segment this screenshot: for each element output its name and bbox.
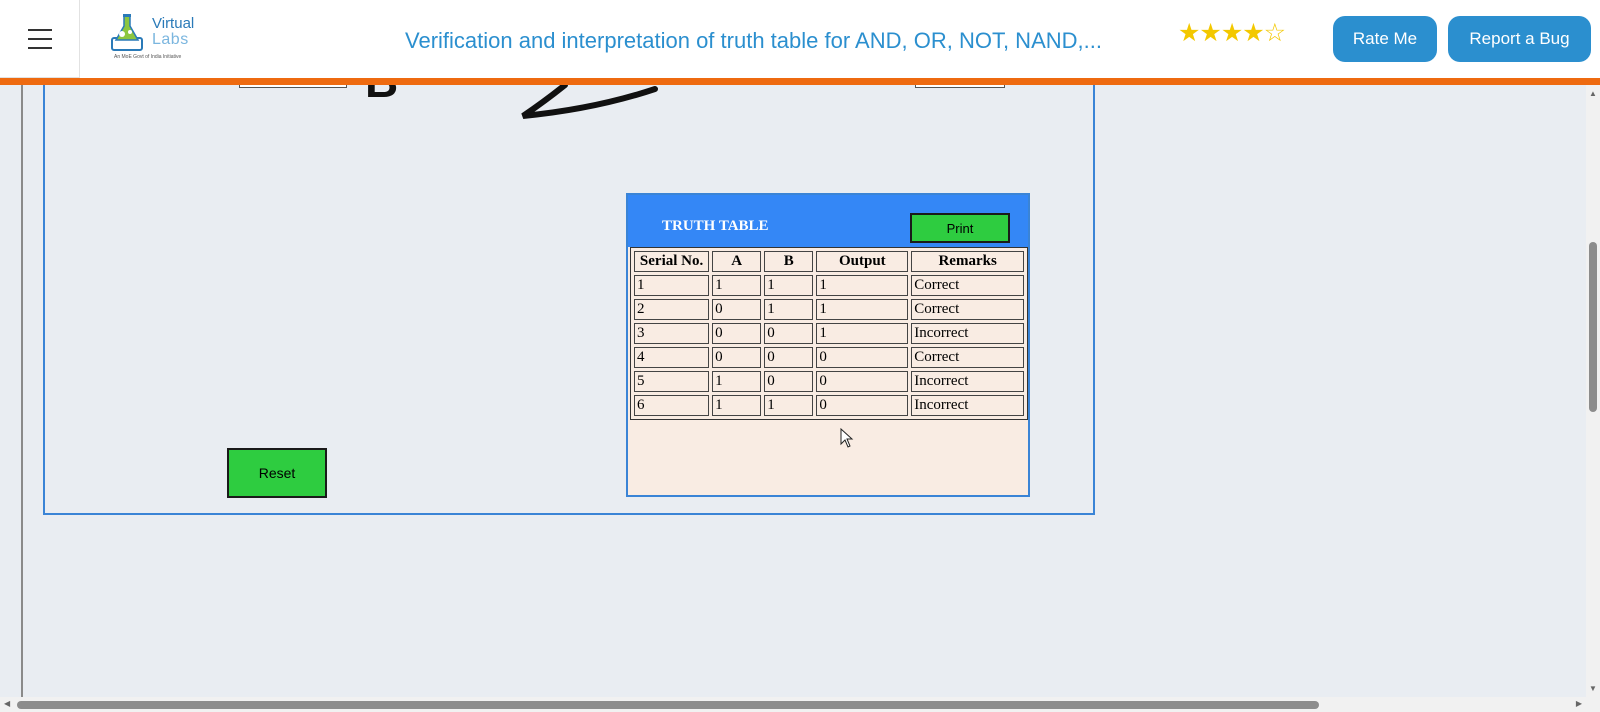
- cell-a: 0: [712, 347, 762, 368]
- cell-b: 1: [764, 275, 814, 296]
- virtual-labs-logo[interactable]: Virtual Labs An MoE Govt of India Initia…: [110, 12, 200, 64]
- logo-text-labs: Labs: [152, 31, 189, 48]
- truth-table-header: TRUTH TABLE Print: [628, 195, 1028, 247]
- cell-serial: 2: [634, 299, 710, 320]
- truth-table-title: TRUTH TABLE: [662, 218, 769, 234]
- cell-serial: 1: [634, 275, 710, 296]
- cell-b: 0: [764, 371, 814, 392]
- empty-star-icon[interactable]: ☆: [1264, 19, 1286, 47]
- gate-input-b-label: B: [365, 85, 398, 107]
- rate-me-button[interactable]: Rate Me: [1333, 16, 1437, 62]
- table-row: 5 1 0 0 Incorrect: [634, 371, 1024, 392]
- column-header-b: B: [764, 251, 814, 272]
- reset-button[interactable]: Reset: [227, 448, 327, 498]
- vertical-scrollbar[interactable]: ▲ ▼: [1586, 85, 1600, 697]
- site-header: Virtual Labs An MoE Govt of India Initia…: [0, 0, 1600, 78]
- cell-serial: 6: [634, 395, 710, 416]
- cell-b: 0: [764, 323, 814, 344]
- cell-remarks: Correct: [911, 299, 1024, 320]
- vertical-scroll-thumb[interactable]: [1589, 242, 1597, 412]
- table-row: 1 1 1 1 Correct: [634, 275, 1024, 296]
- logo-tagline: An MoE Govt of India Initiative: [114, 54, 182, 60]
- cell-output: 1: [816, 323, 909, 344]
- column-header-remarks: Remarks: [911, 251, 1024, 272]
- cell-serial: 5: [634, 371, 710, 392]
- cell-a: 0: [712, 323, 762, 344]
- output-indicator-box: [915, 85, 1005, 88]
- hamburger-menu-icon: [27, 28, 52, 31]
- column-header-serial: Serial No.: [634, 251, 710, 272]
- cell-a: 1: [712, 371, 762, 392]
- cell-output: 0: [816, 371, 909, 392]
- cell-output: 0: [816, 347, 909, 368]
- input-switch-box[interactable]: [239, 85, 347, 88]
- cell-a: 0: [712, 299, 762, 320]
- logo-text-virtual: Virtual: [152, 15, 195, 32]
- gate-body-curve: [521, 85, 658, 119]
- cell-output: 1: [816, 275, 909, 296]
- cell-a: 1: [712, 275, 762, 296]
- rating-stars[interactable]: ★★★★☆: [1178, 19, 1286, 47]
- cell-serial: 4: [634, 347, 710, 368]
- truth-table-panel: TRUTH TABLE Print Serial No. A B Output …: [626, 193, 1030, 497]
- header-accent-bar: [0, 78, 1600, 85]
- table-row: 6 1 1 0 Incorrect: [634, 395, 1024, 416]
- cell-remarks: Correct: [911, 275, 1024, 296]
- print-button[interactable]: Print: [910, 213, 1010, 243]
- cell-remarks: Correct: [911, 347, 1024, 368]
- cell-a: 1: [712, 395, 762, 416]
- cell-serial: 3: [634, 323, 710, 344]
- scroll-down-arrow-icon[interactable]: ▼: [1589, 684, 1597, 693]
- flask-logo-icon: [111, 14, 143, 51]
- horizontal-scrollbar[interactable]: ◀ ▶: [0, 697, 1586, 712]
- hamburger-menu-button[interactable]: [0, 0, 80, 78]
- cell-output: 0: [816, 395, 909, 416]
- report-bug-button[interactable]: Report a Bug: [1448, 16, 1591, 62]
- page-left-border: [21, 85, 23, 697]
- column-header-a: A: [712, 251, 762, 272]
- logic-gate-diagram: B: [365, 85, 658, 119]
- page-title: Verification and interpretation of truth…: [405, 28, 1102, 53]
- table-row: 2 0 1 1 Correct: [634, 299, 1024, 320]
- scroll-up-arrow-icon[interactable]: ▲: [1589, 89, 1597, 98]
- cell-remarks: Incorrect: [911, 395, 1024, 416]
- scroll-right-arrow-icon[interactable]: ▶: [1576, 699, 1582, 708]
- scroll-left-arrow-icon[interactable]: ◀: [4, 699, 10, 708]
- cell-output: 1: [816, 299, 909, 320]
- cell-b: 0: [764, 347, 814, 368]
- cell-remarks: Incorrect: [911, 323, 1024, 344]
- filled-star-icon[interactable]: ★★★★: [1178, 19, 1265, 47]
- cell-b: 1: [764, 299, 814, 320]
- mouse-pointer-icon: [840, 428, 854, 448]
- truth-table-header-row: Serial No. A B Output Remarks: [634, 251, 1024, 272]
- column-header-output: Output: [816, 251, 909, 272]
- truth-table: Serial No. A B Output Remarks 1 1 1 1 Co…: [630, 247, 1028, 420]
- table-row: 4 0 0 0 Correct: [634, 347, 1024, 368]
- horizontal-scroll-thumb[interactable]: [17, 701, 1319, 709]
- cell-b: 1: [764, 395, 814, 416]
- table-row: 3 0 0 1 Incorrect: [634, 323, 1024, 344]
- scrollbar-corner: [1586, 697, 1600, 712]
- cell-remarks: Incorrect: [911, 371, 1024, 392]
